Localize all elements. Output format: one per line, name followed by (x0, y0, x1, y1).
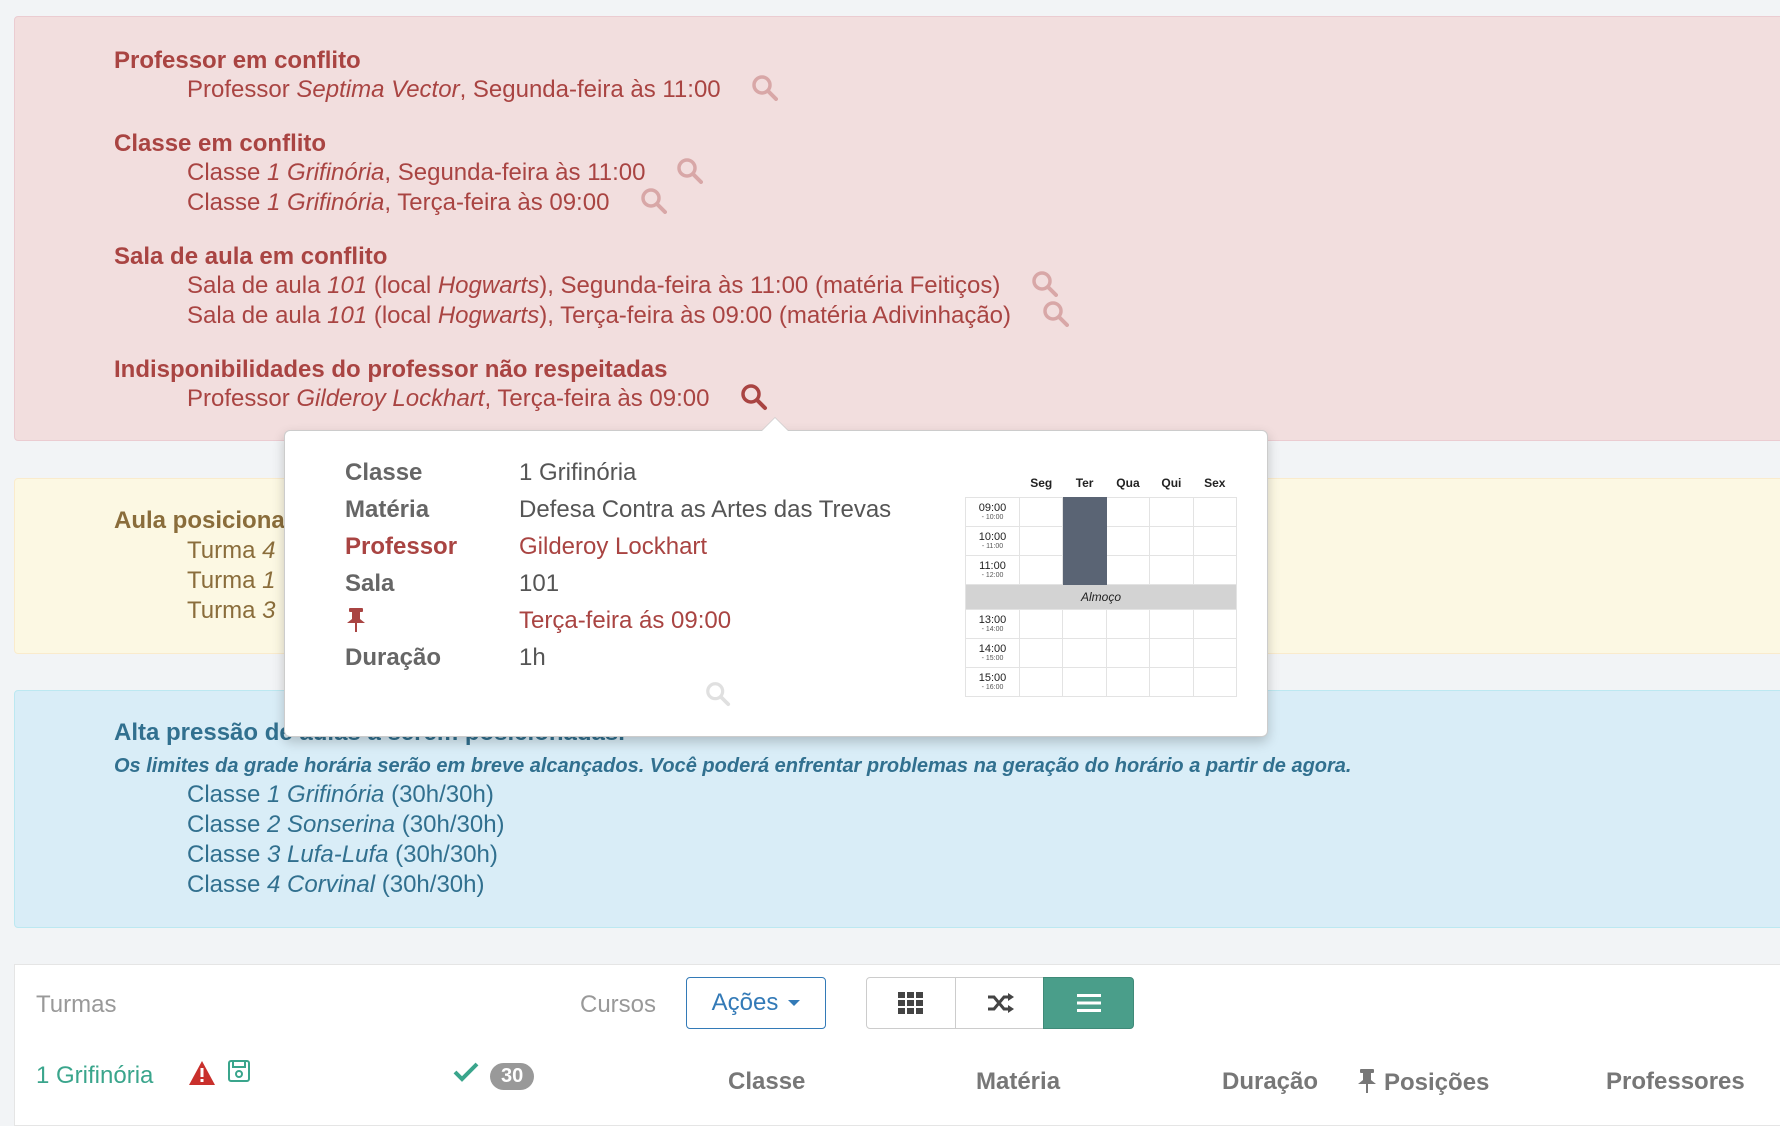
grid-cell (1105, 497, 1151, 527)
column-header-classe[interactable]: Classe (728, 1068, 805, 1096)
warning-item: Turma 4 (187, 537, 276, 564)
column-header-materia[interactable]: Matéria (976, 1068, 1060, 1096)
conflict-item: Professor Septima Vector, Segunda-feira … (187, 74, 779, 105)
conflict-item: Classe 1 Grifinória, Terça-feira às 09:0… (187, 187, 668, 218)
time-slot: 10:00- 11:00 (965, 526, 1020, 556)
grid-cell (1105, 526, 1151, 556)
grid-cell (1018, 526, 1064, 556)
day-header: Qui (1161, 476, 1182, 490)
grid-cell (1018, 667, 1064, 697)
section-title: Professor em conflito (114, 47, 361, 74)
grid-cell (1062, 609, 1107, 639)
grid-cell (1062, 667, 1107, 697)
time-slot: 13:00- 14:00 (965, 609, 1020, 639)
grid-cell (1149, 497, 1194, 527)
conflict-item: Sala de aula 101 (local Hogwarts), Terça… (187, 300, 1070, 331)
grid-cell (1105, 555, 1151, 585)
column-header-professores[interactable]: Professores (1606, 1068, 1745, 1096)
grid-cell (1018, 638, 1064, 668)
grid-cell (1149, 526, 1194, 556)
grid-cell (1105, 638, 1151, 668)
day-header: Seg (1030, 476, 1053, 490)
grid-cell-occupied (1062, 526, 1107, 556)
caret-down-icon (788, 1000, 801, 1006)
grid-view-button[interactable] (866, 977, 956, 1029)
grid-cell (1192, 555, 1238, 585)
conflict-item: Sala de aula 101 (local Hogwarts), Segun… (187, 270, 1059, 301)
grid-cell (1018, 497, 1064, 527)
grid-cell (1149, 638, 1194, 668)
info-subtitle: Os limites da grade horária serão em bre… (114, 755, 1352, 777)
lesson-details-popover: Classe 1 Grifinória Matéria Defesa Contr… (284, 417, 1268, 737)
pin-icon (1358, 1069, 1376, 1093)
list-icon (1076, 994, 1101, 1012)
section-title: Classe em conflito (114, 130, 327, 157)
grid-cell (1192, 526, 1238, 556)
tab-cursos[interactable]: Cursos (580, 991, 656, 1019)
pressure-item: Classe 4 Corvinal (30h/30h) (187, 871, 485, 898)
save-icon[interactable] (228, 1060, 250, 1082)
pressure-item: Classe 2 Sonserina (30h/30h) (187, 811, 505, 838)
day-header: Sex (1204, 476, 1226, 490)
check-icon (453, 1062, 479, 1082)
search-icon[interactable] (1042, 300, 1070, 328)
time-slot: 14:00- 15:00 (965, 638, 1020, 668)
grid-cell (1105, 609, 1151, 639)
mini-timetable: Seg Ter Qua Qui Sex 09:00- 10:00 10:00- … (965, 469, 1238, 697)
grid-cell (1105, 667, 1151, 697)
search-icon[interactable] (740, 383, 768, 411)
grid-cell (1192, 638, 1238, 668)
tab-turmas[interactable]: Turmas (36, 991, 116, 1019)
section-title: Sala de aula em conflito (114, 243, 388, 270)
warning-item: Turma 3 (187, 597, 276, 624)
time-slot: 15:00- 16:00 (965, 667, 1020, 697)
search-icon[interactable] (640, 187, 668, 215)
time-slot: 11:00- 12:00 (965, 555, 1020, 585)
grid-cell (1018, 555, 1064, 585)
conflict-alert-panel: Professor em conflito Professor Septima … (14, 16, 1780, 441)
grid-cell (1192, 667, 1238, 697)
section-title: Aula posiciona (114, 507, 285, 534)
day-header: Qua (1116, 476, 1140, 490)
grid-cell (1149, 667, 1194, 697)
grid-cell-occupied (1062, 497, 1107, 527)
list-view-button[interactable] (1043, 977, 1134, 1029)
grid-cell (1149, 555, 1194, 585)
conflict-item: Classe 1 Grifinória, Segunda-feira às 11… (187, 157, 704, 188)
shuffle-button[interactable] (955, 977, 1045, 1029)
grid-icon (898, 992, 923, 1014)
search-icon[interactable] (676, 157, 704, 185)
pressure-item: Classe 3 Lufa-Lufa (30h/30h) (187, 841, 498, 868)
section-title: Indisponibilidades do professor não resp… (114, 356, 668, 383)
popover-arrow (761, 417, 789, 431)
grid-cell (1149, 609, 1194, 639)
pin-icon (347, 608, 365, 632)
column-header-duracao[interactable]: Duração (1222, 1068, 1318, 1096)
day-header: Ter (1075, 476, 1094, 490)
class-row-name[interactable]: 1 Grifinória (36, 1062, 153, 1090)
search-icon[interactable] (751, 74, 779, 102)
column-header-posicoes[interactable]: Posições (1356, 1068, 1489, 1097)
grid-cell (1062, 638, 1107, 668)
search-icon[interactable] (705, 681, 731, 707)
pressure-item: Classe 1 Grifinória (30h/30h) (187, 781, 494, 808)
search-icon[interactable] (1031, 270, 1059, 298)
grid-cell-occupied (1062, 555, 1107, 585)
grid-cell (1192, 497, 1238, 527)
actions-dropdown-button[interactable]: Ações (686, 977, 826, 1029)
lunch-break: Almoço (965, 584, 1237, 610)
grid-cell (1018, 609, 1064, 639)
conflict-item: Professor Gilderoy Lockhart, Terça-feira… (187, 383, 768, 414)
hours-badge: 30 (490, 1063, 535, 1090)
grid-cell (1192, 609, 1238, 639)
shuffle-icon (988, 993, 1014, 1013)
warning-icon (189, 1061, 215, 1085)
time-slot: 09:00- 10:00 (965, 497, 1020, 527)
warning-item: Turma 1 (187, 567, 276, 594)
